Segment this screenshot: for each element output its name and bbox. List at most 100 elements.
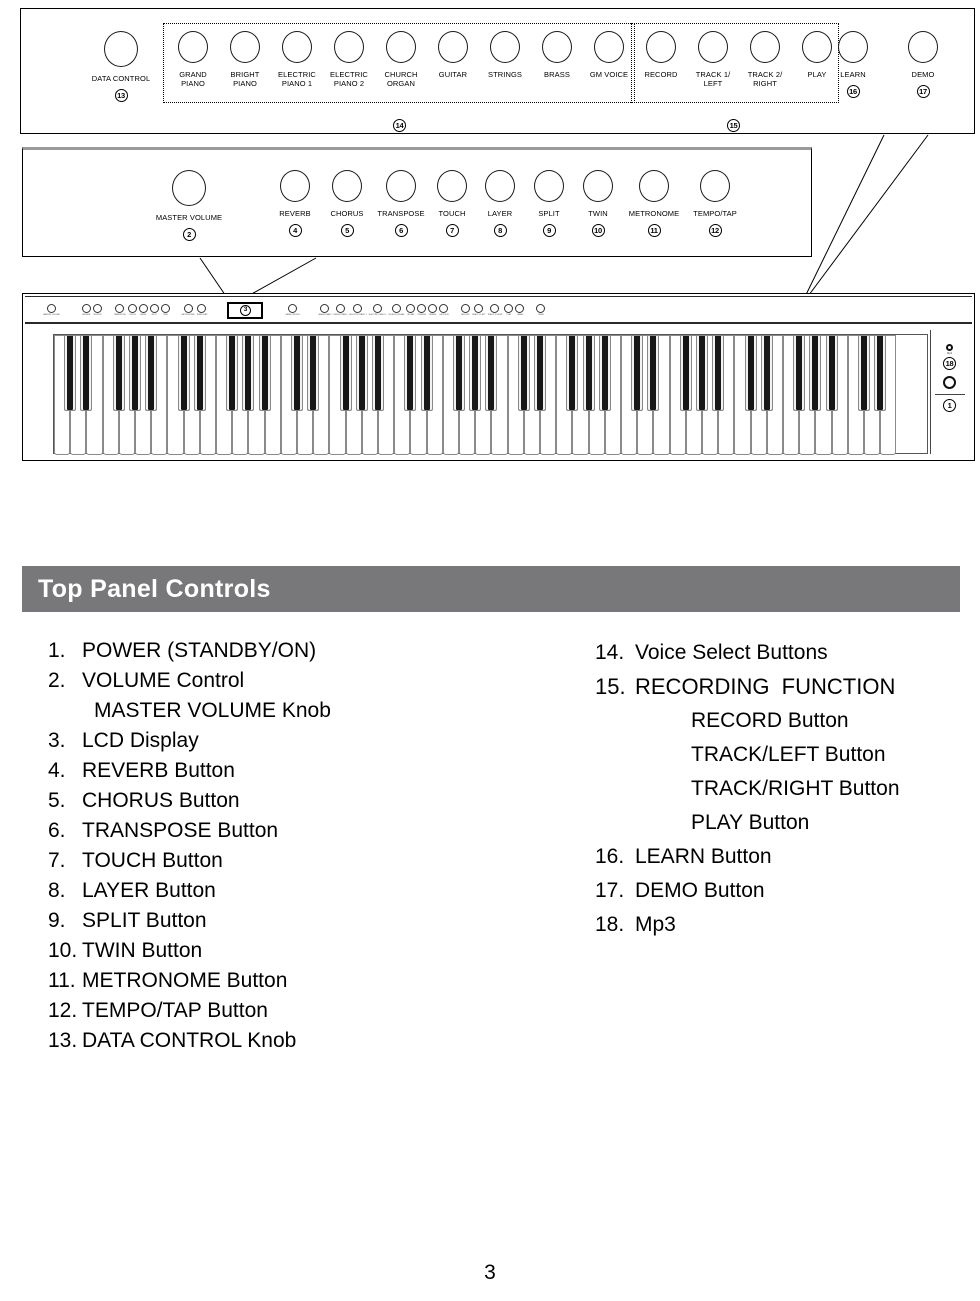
knob-icon[interactable] bbox=[534, 170, 564, 202]
knob-icon[interactable] bbox=[280, 170, 310, 202]
power-button-icon[interactable] bbox=[943, 376, 956, 389]
strip-button-icon[interactable] bbox=[288, 303, 298, 313]
strip-button-track-2-right[interactable]: TRACK 2/ RIGHT bbox=[487, 303, 503, 317]
knob-icon[interactable] bbox=[700, 170, 730, 202]
knob-icon[interactable] bbox=[583, 170, 613, 202]
knob-icon[interactable] bbox=[438, 31, 468, 63]
knob-icon[interactable] bbox=[282, 31, 312, 63]
knob-icon[interactable] bbox=[646, 31, 676, 63]
black-key[interactable] bbox=[809, 335, 822, 411]
black-key[interactable] bbox=[679, 335, 692, 411]
black-key[interactable] bbox=[631, 335, 644, 411]
strip-button-master-volume[interactable]: MASTER VOLUME bbox=[43, 303, 60, 317]
strip-button-icon[interactable] bbox=[515, 303, 525, 313]
strip-button-icon[interactable] bbox=[391, 303, 401, 313]
knob-icon[interactable] bbox=[386, 31, 416, 63]
black-key[interactable] bbox=[793, 335, 806, 411]
voice-button-church-organ[interactable]: CHURCH ORGAN bbox=[375, 31, 427, 88]
black-key[interactable] bbox=[80, 335, 93, 411]
strip-button-icon[interactable] bbox=[46, 303, 56, 313]
control-reverb[interactable]: REVERB 4 bbox=[269, 170, 321, 237]
knob-icon[interactable] bbox=[490, 31, 520, 63]
strip-button-tempo-tap[interactable]: TEMPO/TAP bbox=[196, 303, 208, 317]
black-key[interactable] bbox=[760, 335, 773, 411]
strip-button-icon[interactable] bbox=[406, 303, 416, 313]
strip-button-church-organ[interactable]: CHURCH ORGAN bbox=[388, 303, 404, 317]
black-key[interactable] bbox=[129, 335, 141, 411]
black-key[interactable] bbox=[242, 335, 255, 411]
black-key[interactable] bbox=[226, 335, 239, 411]
black-key[interactable] bbox=[339, 335, 352, 411]
strip-button-record[interactable]: RECORD bbox=[460, 303, 470, 317]
strip-button-reverb[interactable]: REVERB bbox=[81, 303, 91, 317]
black-key[interactable] bbox=[64, 335, 77, 411]
strip-button-icon[interactable] bbox=[81, 303, 91, 313]
button-learn[interactable]: LEARN 16 bbox=[823, 31, 883, 98]
record-button-record[interactable]: RECORD bbox=[635, 31, 687, 79]
black-key[interactable] bbox=[825, 335, 838, 411]
black-key[interactable] bbox=[453, 335, 465, 411]
black-key[interactable] bbox=[517, 335, 530, 411]
control-split[interactable]: SPLIT 9 bbox=[525, 170, 573, 237]
strip-button-icon[interactable] bbox=[417, 303, 427, 313]
knob-data-control[interactable]: DATA CONTROL 13 bbox=[71, 31, 171, 102]
black-key[interactable] bbox=[744, 335, 757, 411]
control-transpose[interactable]: TRANSPOSE 6 bbox=[373, 170, 429, 237]
control-master-volume[interactable]: MASTER VOLUME 2 bbox=[109, 170, 269, 241]
black-key[interactable] bbox=[696, 335, 708, 411]
black-key[interactable] bbox=[112, 335, 125, 411]
black-key[interactable] bbox=[874, 335, 887, 411]
black-key[interactable] bbox=[372, 335, 384, 411]
strip-button-icon[interactable] bbox=[474, 303, 484, 313]
black-key[interactable] bbox=[145, 335, 158, 411]
strip-button-guitar[interactable]: GUITAR bbox=[406, 303, 416, 317]
strip-button-electric-piano-1[interactable]: ELECTRIC PIANO 1 bbox=[349, 303, 367, 317]
voice-button-bright-piano[interactable]: BRIGHT PIANO bbox=[219, 31, 271, 88]
strip-button-icon[interactable] bbox=[320, 303, 330, 313]
black-key[interactable] bbox=[598, 335, 611, 411]
knob-icon[interactable] bbox=[172, 170, 206, 206]
black-key[interactable] bbox=[193, 335, 206, 411]
knob-icon[interactable] bbox=[542, 31, 572, 63]
strip-button-icon[interactable] bbox=[439, 303, 449, 313]
black-key[interactable] bbox=[485, 335, 498, 411]
control-tempo-tap[interactable]: TEMPO/TAP 12 bbox=[685, 170, 745, 237]
strip-button-gm-voice[interactable]: GM VOICE bbox=[439, 303, 449, 317]
strip-button-icon[interactable] bbox=[490, 303, 500, 313]
strip-button-transpose[interactable]: TRANSPOSE bbox=[114, 303, 126, 317]
voice-button-brass[interactable]: BRASS bbox=[531, 31, 583, 79]
black-key[interactable] bbox=[534, 335, 546, 411]
black-key[interactable] bbox=[307, 335, 320, 411]
strip-button-icon[interactable] bbox=[428, 303, 438, 313]
strip-button-play[interactable]: PLAY bbox=[504, 303, 514, 317]
strip-button-icon[interactable] bbox=[197, 303, 207, 313]
strip-button-icon[interactable] bbox=[183, 303, 193, 313]
record-button-track-2-right[interactable]: TRACK 2/ RIGHT bbox=[739, 31, 791, 88]
strip-button-metronome[interactable]: METRONOME bbox=[182, 303, 195, 317]
voice-button-gm-voice[interactable]: GM VOICE bbox=[583, 31, 635, 79]
strip-button-icon[interactable] bbox=[149, 303, 159, 313]
strip-button-grand-piano[interactable]: GRAND PIANO bbox=[318, 303, 332, 317]
strip-button-data-control[interactable]: DATA CONTROL bbox=[285, 303, 300, 317]
button-icon[interactable] bbox=[908, 31, 938, 63]
black-key[interactable] bbox=[712, 335, 725, 411]
control-chorus[interactable]: CHORUS 5 bbox=[321, 170, 373, 237]
strip-button-strings[interactable]: STRINGS bbox=[417, 303, 427, 317]
black-key[interactable] bbox=[566, 335, 579, 411]
strip-button-learn[interactable]: LEARN bbox=[515, 303, 525, 317]
strip-button-icon[interactable] bbox=[138, 303, 148, 313]
voice-button-electric-piano-1[interactable]: ELECTRIC PIANO 1 bbox=[271, 31, 323, 88]
control-touch[interactable]: TOUCH 7 bbox=[429, 170, 475, 237]
voice-button-electric-piano-2[interactable]: ELECTRIC PIANO 2 bbox=[323, 31, 375, 88]
knob-icon[interactable] bbox=[104, 31, 138, 67]
mp3-jack-icon[interactable] bbox=[946, 344, 953, 351]
strip-button-twin[interactable]: TWIN bbox=[160, 303, 170, 317]
strip-button-icon[interactable] bbox=[115, 303, 125, 313]
strip-button-split[interactable]: SPLIT bbox=[149, 303, 159, 317]
black-key[interactable] bbox=[404, 335, 417, 411]
record-button-track-1-left[interactable]: TRACK 1/ LEFT bbox=[687, 31, 739, 88]
strip-button-icon[interactable] bbox=[127, 303, 137, 313]
black-key[interactable] bbox=[858, 335, 870, 411]
voice-button-guitar[interactable]: GUITAR bbox=[427, 31, 479, 79]
strip-button-icon[interactable] bbox=[504, 303, 514, 313]
